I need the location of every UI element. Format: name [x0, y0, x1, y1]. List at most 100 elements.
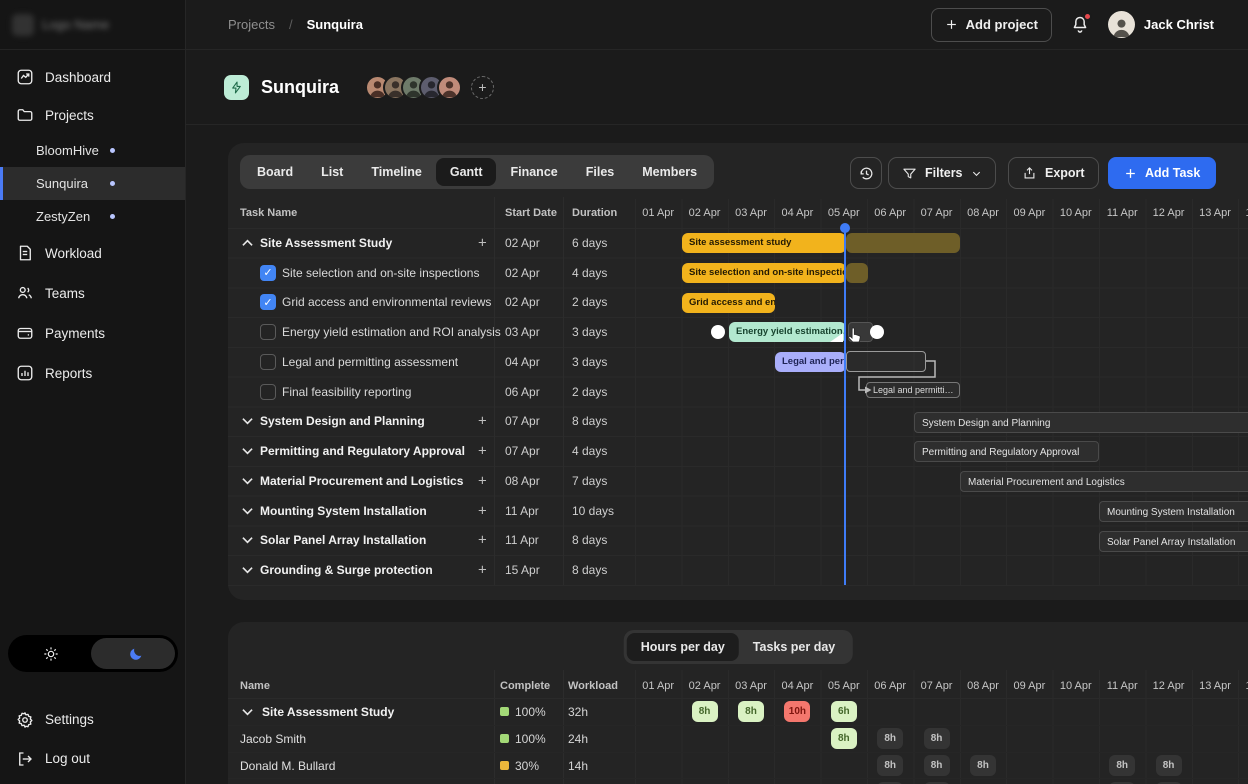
member-avatar[interactable]	[437, 75, 462, 100]
tab-files[interactable]: Files	[572, 158, 629, 186]
bar-right-handle[interactable]	[870, 325, 884, 339]
sidebar-item-projects[interactable]: Projects	[0, 96, 185, 134]
gantt-group-bar[interactable]: Solar Panel Array Installation	[1099, 531, 1248, 552]
gantt-bar[interactable]: Legal and per…	[775, 352, 846, 372]
breadcrumb-projects[interactable]: Projects	[228, 17, 275, 32]
gantt-group-bar[interactable]: Permitting and Regulatory Approval	[914, 441, 1099, 462]
plus-icon	[1124, 167, 1137, 180]
theme-toggle[interactable]	[8, 635, 178, 672]
task-row[interactable]: Final feasibility reporting 06 Apr 2 day…	[228, 377, 1248, 407]
sidebar-item-teams[interactable]: Teams	[0, 273, 185, 313]
sidebar-item-logout[interactable]: Log out	[0, 739, 185, 778]
people-icon	[16, 284, 34, 302]
gantt-bar-selected[interactable]: Energy yield estimation…	[729, 322, 846, 342]
task-duration: 8 days	[572, 563, 607, 577]
user-menu[interactable]: Jack Christ	[1108, 11, 1214, 38]
add-subtask-button[interactable]: +	[478, 562, 487, 579]
add-subtask-button[interactable]: +	[478, 532, 487, 549]
task-checkbox[interactable]: ✓	[260, 265, 276, 281]
chevron-down-icon[interactable]	[242, 477, 253, 485]
gantt-group-bar[interactable]: System Design and Planning	[914, 412, 1248, 433]
history-button[interactable]	[850, 157, 882, 189]
sidebar-item-workload[interactable]: Workload	[0, 233, 185, 273]
toggle-hours-per-day[interactable]: Hours per day	[627, 633, 739, 661]
sidebar-project-sunquira[interactable]: Sunquira	[0, 167, 185, 200]
gantt-group-bar[interactable]: Mounting System Installation	[1099, 501, 1248, 522]
sidebar-item-label: Teams	[45, 286, 85, 301]
sidebar-item-reports[interactable]: Reports	[0, 353, 185, 393]
gantt-group-bar[interactable]: Material Procurement and Logistics	[960, 471, 1248, 492]
task-row[interactable]: Solar Panel Array Installation + 11 Apr …	[228, 526, 1248, 556]
task-checkbox[interactable]	[260, 384, 276, 400]
add-project-label: Add project	[966, 17, 1038, 32]
task-row[interactable]: Legal and permitting assessment 04 Apr 3…	[228, 347, 1248, 377]
gantt-panel: Board List Timeline Gantt Finance Files …	[228, 143, 1248, 600]
task-duration: 2 days	[572, 295, 607, 309]
chevron-up-icon[interactable]	[242, 239, 253, 247]
chevron-down-icon[interactable]	[242, 417, 253, 425]
tab-list[interactable]: List	[307, 158, 357, 186]
gantt-bar[interactable]: Site assessment study	[682, 233, 846, 253]
sidebar-item-settings[interactable]: Settings	[0, 700, 185, 739]
gantt-bar[interactable]: Grid access and en…	[682, 293, 775, 313]
tab-gantt[interactable]: Gantt	[436, 158, 497, 186]
sidebar-item-label: Payments	[45, 326, 105, 341]
tab-finance[interactable]: Finance	[496, 158, 571, 186]
add-subtask-button[interactable]: +	[478, 413, 487, 430]
tab-board[interactable]: Board	[243, 158, 307, 186]
gantt-bar-remaining[interactable]	[846, 263, 868, 283]
gantt-bar-remaining[interactable]	[846, 233, 960, 253]
chevron-down-icon[interactable]	[242, 447, 253, 455]
add-subtask-button[interactable]: +	[478, 443, 487, 460]
sidebar-project-zestyzen[interactable]: ZestyZen	[0, 200, 185, 233]
chevron-down-icon[interactable]	[242, 708, 253, 716]
task-row[interactable]: Grounding & Surge protection + 15 Apr 8 …	[228, 555, 1248, 585]
complete-indicator	[500, 761, 509, 770]
light-mode-button[interactable]	[8, 635, 93, 672]
sidebar-project-bloomhive[interactable]: BloomHive	[0, 134, 185, 167]
toggle-tasks-per-day[interactable]: Tasks per day	[739, 633, 849, 661]
sidebar-item-dashboard[interactable]: Dashboard	[0, 58, 185, 96]
complete-value: 100%	[500, 732, 546, 746]
task-checkbox[interactable]: ✓	[260, 294, 276, 310]
tab-members[interactable]: Members	[628, 158, 711, 186]
chevron-down-icon[interactable]	[242, 566, 253, 574]
task-duration: 3 days	[572, 355, 607, 369]
clock-history-icon	[858, 165, 875, 182]
export-icon	[1022, 166, 1037, 181]
sidebar-item-payments[interactable]: Payments	[0, 313, 185, 353]
task-start: 07 Apr	[505, 414, 540, 428]
sidebar-item-label: Dashboard	[45, 70, 111, 85]
sidebar-item-label: Projects	[45, 108, 94, 123]
task-duration: 6 days	[572, 236, 607, 250]
notifications-button[interactable]	[1070, 15, 1090, 35]
task-row[interactable]: Mounting System Installation + 11 Apr 10…	[228, 496, 1248, 526]
task-start: 11 Apr	[505, 533, 539, 547]
add-subtask-button[interactable]: +	[478, 234, 487, 251]
task-checkbox[interactable]	[260, 354, 276, 370]
workload-row[interactable]: Site Assessment Study 100% 32h 8h 8h 10h…	[228, 698, 1248, 725]
task-checkbox[interactable]	[260, 324, 276, 340]
col-complete: Complete	[500, 680, 550, 692]
hours-cell: 8h	[924, 728, 950, 749]
hours-cell: 8h	[970, 755, 996, 776]
workload-row[interactable]: Donald M. Bullard 30% 14h 8h 8h 8h 8h 8h	[228, 752, 1248, 779]
add-project-button[interactable]: Add project	[931, 8, 1052, 42]
add-subtask-button[interactable]: +	[478, 472, 487, 489]
dark-mode-button[interactable]	[93, 635, 178, 672]
tab-timeline[interactable]: Timeline	[357, 158, 435, 186]
export-button[interactable]: Export	[1008, 157, 1099, 189]
task-start: 15 Apr	[505, 563, 540, 577]
add-member-button[interactable]: +	[471, 76, 494, 99]
chevron-down-icon[interactable]	[242, 507, 253, 515]
add-task-button[interactable]: Add Task	[1108, 157, 1216, 189]
logo-text: Logo Name	[42, 17, 109, 32]
add-subtask-button[interactable]: +	[478, 502, 487, 519]
chevron-down-icon[interactable]	[242, 536, 253, 544]
filters-button[interactable]: Filters	[888, 157, 996, 189]
bar-left-handle[interactable]	[711, 325, 725, 339]
workload-row[interactable]: Jacob Smith 100% 24h 8h 8h 8h	[228, 725, 1248, 752]
gantt-bar[interactable]: Site selection and on-site inspections	[682, 263, 846, 283]
project-title: Sunquira	[261, 77, 339, 98]
task-name: Energy yield estimation and ROI analysis	[282, 325, 501, 339]
